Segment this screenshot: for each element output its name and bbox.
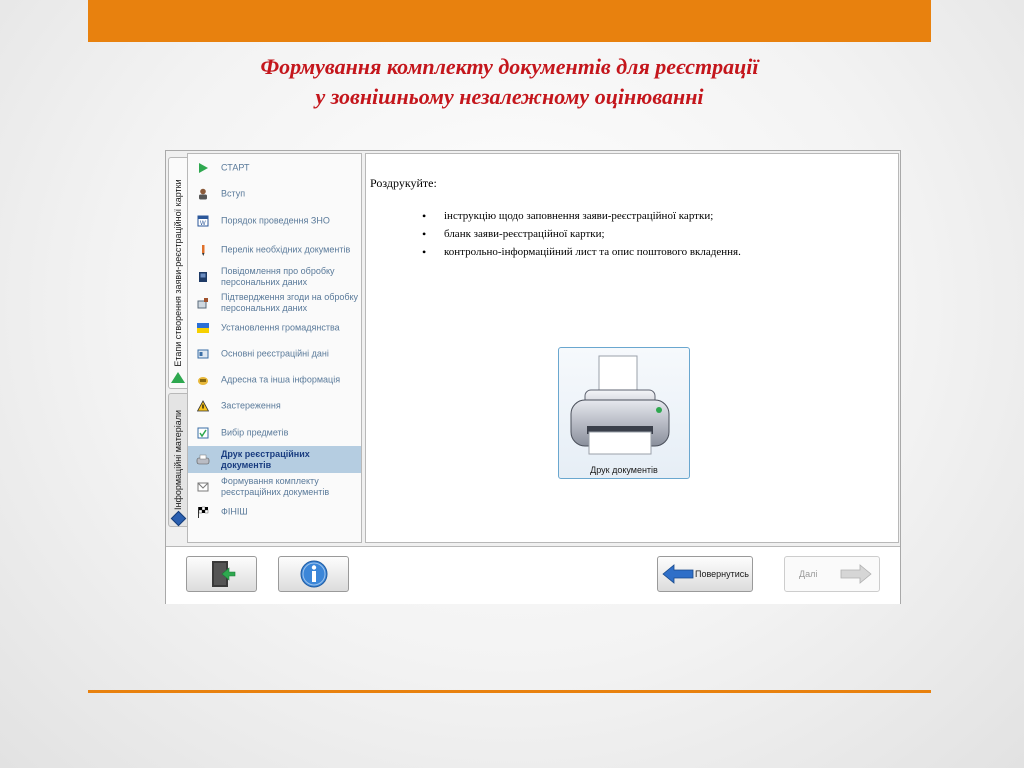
arrow-right-icon <box>840 564 872 584</box>
tab-stages-label: Етапи створення заяви-реєстраційної карт… <box>173 179 183 367</box>
back-button[interactable]: Повернутись <box>657 556 753 592</box>
slide-title-line-2: у зовнішньому незалежному оцінюванні <box>315 84 704 109</box>
ukraine-flag-icon <box>196 321 210 335</box>
content-panel: Роздрукуйте: інструкцію щодо заповнення … <box>365 153 899 543</box>
sidebar-item-label: ФІНІШ <box>221 506 248 517</box>
list-item: контрольно-інформаційний лист та опис по… <box>422 243 741 261</box>
sidebar-item-consent[interactable]: Підтвердження згоди на обробку персональ… <box>188 289 361 317</box>
next-button-label: Далі <box>799 569 818 579</box>
book-icon <box>196 270 210 284</box>
exit-door-icon <box>211 561 235 587</box>
sidebar-item-label: Вибір предметів <box>221 427 289 438</box>
sidebar-item-address[interactable]: Адресна та інша інформація <box>188 368 361 392</box>
envelope-icon <box>196 480 210 494</box>
sidebar-item-main-data[interactable]: Основні реєстраційні дані <box>188 342 361 366</box>
sidebar-item-label: Порядок проведення ЗНО <box>221 215 330 226</box>
sidebar-item-documents-list[interactable]: Перелік необхідних документів <box>188 236 361 264</box>
sidebar-item-label: Підтвердження згоди на обробку персональ… <box>221 292 359 313</box>
print-button-label: Друк документів <box>590 465 658 475</box>
printer-icon <box>196 453 210 467</box>
triangle-up-icon <box>171 372 185 383</box>
arrow-left-icon <box>662 564 694 584</box>
warning-icon <box>196 399 210 413</box>
slide-title-line-1: Формування комплекту документів для реєс… <box>260 54 759 79</box>
sidebar-item-procedure[interactable]: W Порядок проведення ЗНО <box>188 209 361 233</box>
sidebar-item-label: Формування комплекту реєстраційних докум… <box>221 476 330 497</box>
sidebar-item-label: Застереження <box>221 400 281 411</box>
id-card-icon <box>196 347 210 361</box>
sidebar-item-label: Повідомлення про обробку персональних да… <box>221 266 335 287</box>
tab-stages[interactable]: Етапи створення заяви-реєстраційної карт… <box>168 157 188 389</box>
print-documents-button[interactable]: Друк документів <box>558 347 690 479</box>
printer-icon <box>570 355 670 455</box>
sidebar-item-label: Перелік необхідних документів <box>221 244 351 255</box>
sidebar-item-start[interactable]: СТАРТ <box>188 156 361 180</box>
sidebar-item-forming-set[interactable]: Формування комплекту реєстраційних докум… <box>188 473 361 501</box>
instruction-list: інструкцію щодо заповнення заяви-реєстра… <box>422 207 741 261</box>
sidebar-item-intro[interactable]: Вступ <box>188 182 361 206</box>
bottom-accent-line <box>88 690 931 693</box>
sidebar-item-label: Установлення громадянства <box>221 322 340 333</box>
sidebar-item-label: Адресна та інша інформація <box>221 374 341 385</box>
next-button[interactable]: Далі <box>784 556 880 592</box>
pen-icon <box>196 243 210 257</box>
sidebar-item-warning[interactable]: Застереження <box>188 394 361 418</box>
sidebar-item-label: Друк реєстраційних документів <box>221 448 310 470</box>
play-icon <box>196 161 210 175</box>
person-icon <box>196 187 210 201</box>
sidebar-item-personal-data-notice[interactable]: Повідомлення про обробку персональних да… <box>188 263 361 291</box>
list-item: бланк заяви-реєстраційної картки; <box>422 225 741 243</box>
address-icon <box>196 373 210 387</box>
slide-title: Формування комплекту документів для реєс… <box>88 52 931 112</box>
tab-info-materials[interactable]: Інформаційні матеріали <box>168 393 188 527</box>
application-window: Етапи створення заяви-реєстраційної карт… <box>165 150 901 604</box>
tab-info-materials-label: Інформаційні матеріали <box>173 409 183 511</box>
info-icon <box>300 560 327 588</box>
sidebar-item-label: Вступ <box>221 188 246 199</box>
sidebar-item-subjects[interactable]: Вибір предметів <box>188 421 361 445</box>
top-accent-bar <box>88 0 931 42</box>
sidebar-item-label: СТАРТ <box>221 162 250 173</box>
sidebar-item-citizenship[interactable]: Установлення громадянства <box>188 316 361 340</box>
word-document-icon: W <box>196 214 210 228</box>
checklist-icon <box>196 426 210 440</box>
instruction-heading: Роздрукуйте: <box>370 176 437 190</box>
sidebar-item-finish[interactable]: ФІНІШ <box>188 501 361 523</box>
finish-flag-icon <box>196 505 210 519</box>
sidebar-steps: СТАРТ Вступ W Порядок проведення ЗНО Пер… <box>187 153 362 543</box>
back-button-label: Повернутись <box>695 569 749 579</box>
svg-text:W: W <box>200 221 206 227</box>
sidebar-item-label: Основні реєстраційні дані <box>221 348 329 359</box>
exit-button[interactable] <box>186 556 257 592</box>
info-button[interactable] <box>278 556 349 592</box>
list-item: інструкцію щодо заповнення заяви-реєстра… <box>422 207 741 225</box>
stamp-icon <box>196 296 210 310</box>
sidebar-item-print[interactable]: Друк реєстраційних документів <box>188 446 361 473</box>
vertical-tabs: Етапи створення заяви-реєстраційної карт… <box>168 153 188 543</box>
footer-toolbar: Повернутись Далі <box>166 546 900 604</box>
